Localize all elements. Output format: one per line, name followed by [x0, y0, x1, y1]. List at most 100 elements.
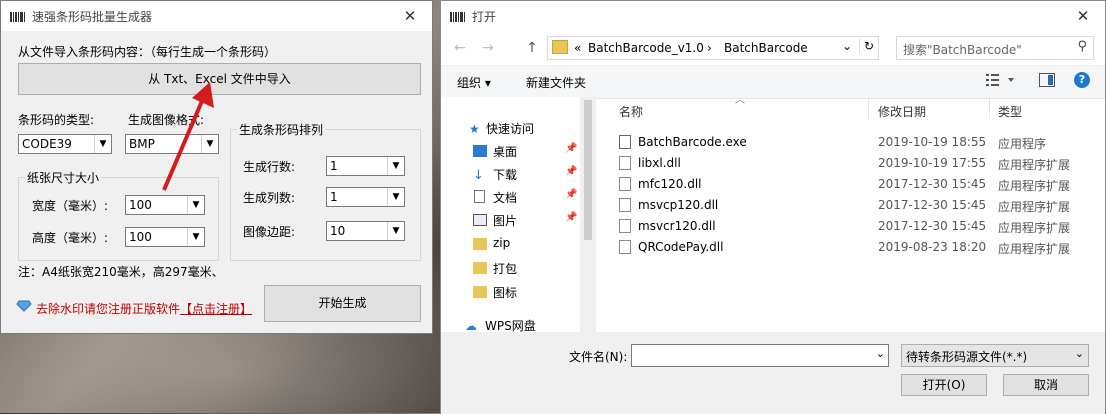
file-type: 应用程序 — [998, 137, 1047, 151]
toolbar: 组织 ▾ 新建文件夹 ? — [441, 65, 1105, 99]
chevron-down-icon[interactable]: ▼ — [94, 135, 111, 153]
file-date: 2017-12-30 15:45 — [878, 198, 987, 212]
column-type[interactable]: 类型 — [998, 103, 1022, 120]
up-icon[interactable]: ↑ — [523, 39, 541, 57]
file-type-filter[interactable]: 待转条形码源文件(*.*) ⌄ — [901, 344, 1089, 367]
paper-size-group-title: 纸张尺寸大小 — [25, 169, 102, 186]
chevron-down-icon[interactable]: ▼ — [187, 228, 204, 246]
breadcrumb-separator[interactable]: › — [707, 41, 712, 55]
exe-icon — [619, 135, 631, 149]
file-type: 应用程序扩展 — [998, 242, 1071, 256]
width-label: 宽度（毫米）: — [32, 199, 109, 213]
filename-input[interactable]: ⌄ — [631, 344, 889, 367]
nav-scrollbar[interactable] — [580, 97, 596, 332]
pin-icon: 📌 — [565, 189, 578, 200]
new-folder-button[interactable]: 新建文件夹 — [526, 74, 586, 91]
address-prefix: « — [574, 41, 582, 55]
cancel-button[interactable]: 取消 — [1003, 374, 1089, 396]
search-icon[interactable]: ⚲ — [1077, 39, 1087, 54]
breadcrumb-item[interactable]: BatchBarcode — [724, 41, 808, 55]
file-date: 2019-10-19 18:55 — [878, 135, 987, 149]
a4-note: 注：A4纸张宽210毫米，高297毫米、 — [18, 265, 224, 279]
register-link[interactable]: 【点击注册】 — [180, 302, 252, 316]
preview-pane-icon[interactable] — [1039, 73, 1055, 87]
dialog-title-bar[interactable]: 打开 ✕ — [441, 1, 1105, 31]
address-bar[interactable]: « BatchBarcode_v1.0 › BatchBarcode ⌄ ↻ — [547, 36, 879, 60]
file-type: 应用程序扩展 — [998, 200, 1071, 214]
back-icon[interactable]: ← — [451, 39, 469, 57]
width-value: 100 — [129, 198, 152, 212]
file-type: 应用程序扩展 — [998, 158, 1071, 172]
file-row[interactable]: msvcp120.dll 2017-12-30 15:45 应用程序扩展 — [611, 194, 1105, 215]
file-row[interactable]: QRCodePay.dll 2019-08-23 18:20 应用程序扩展 — [611, 236, 1105, 257]
file-name: BatchBarcode.exe — [638, 135, 747, 149]
folder-icon — [473, 238, 487, 250]
file-list-header: 名称 ︿ 修改日期 类型 — [611, 95, 1105, 121]
nav-documents[interactable]: 文档 — [493, 189, 517, 206]
file-type: 应用程序扩展 — [998, 221, 1071, 235]
layout-group-title: 生成条形码排列 — [237, 121, 326, 138]
scrollbar-thumb[interactable] — [584, 100, 592, 240]
diamond-icon — [16, 300, 32, 315]
start-generate-button[interactable]: 开始生成 — [264, 285, 421, 322]
chevron-down-icon[interactable]: ⌄ — [876, 347, 885, 360]
view-options-icon[interactable] — [986, 73, 1016, 90]
file-name: msvcp120.dll — [638, 198, 719, 212]
forward-icon[interactable]: → — [479, 39, 497, 57]
search-input[interactable]: 搜索"BatchBarcode" ⚲ — [896, 36, 1094, 60]
dll-icon — [619, 219, 631, 233]
barcode-type-label: 条形码的类型: — [18, 113, 95, 127]
chevron-down-icon[interactable]: ▼ — [387, 157, 404, 175]
nav-desktop[interactable]: 桌面 — [493, 143, 517, 160]
cloud-icon: ☁ — [465, 319, 477, 333]
chevron-down-icon[interactable]: ⌄ — [1075, 347, 1084, 360]
nav-downloads[interactable]: 下载 — [493, 166, 517, 183]
chevron-down-icon[interactable]: ▼ — [387, 188, 404, 206]
file-name: QRCodePay.dll — [638, 240, 724, 254]
watermark-notice: 去除水印请您注册正版软件【点击注册】 — [36, 300, 252, 317]
file-row[interactable]: BatchBarcode.exe 2019-10-19 18:55 应用程序 — [611, 131, 1105, 152]
folder-icon — [473, 262, 487, 274]
annotation-arrow — [162, 82, 214, 191]
barcode-type-select[interactable]: CODE39 ▼ — [18, 134, 112, 154]
nav-folder-pack[interactable]: 打包 — [493, 260, 517, 277]
file-row[interactable]: libxl.dll 2019-10-19 17:55 应用程序扩展 — [611, 152, 1105, 173]
desktop-icon — [473, 145, 487, 157]
file-date: 2019-10-19 17:55 — [878, 156, 987, 170]
search-placeholder: 搜索"BatchBarcode" — [903, 43, 1022, 57]
close-icon[interactable]: ✕ — [1061, 1, 1105, 31]
column-modified[interactable]: 修改日期 — [878, 103, 926, 120]
organize-menu[interactable]: 组织 ▾ — [457, 74, 491, 91]
sort-up-icon: ︿ — [735, 95, 745, 106]
file-date: 2017-12-30 15:45 — [878, 219, 987, 233]
barcode-type-value: CODE39 — [22, 137, 72, 151]
chevron-down-icon[interactable]: ⌄ — [842, 39, 852, 53]
nav-quick-access[interactable]: 快速访问 — [486, 120, 534, 137]
download-icon: ↓ — [473, 168, 484, 183]
refresh-icon[interactable]: ↻ — [859, 39, 874, 53]
column-name[interactable]: 名称 — [619, 103, 643, 120]
title-bar[interactable]: 速强条形码批量生成器 ✕ — [1, 1, 432, 31]
nav-folder-zip[interactable]: zip — [493, 236, 510, 250]
app-icon — [10, 11, 26, 22]
folder-icon — [552, 40, 568, 54]
height-input[interactable]: 100 ▼ — [125, 227, 205, 247]
help-icon[interactable]: ? — [1074, 72, 1090, 88]
nav-pictures[interactable]: 图片 — [493, 212, 517, 229]
file-row[interactable]: mfc120.dll 2017-12-30 15:45 应用程序扩展 — [611, 173, 1105, 194]
app-icon — [450, 11, 466, 22]
cols-select[interactable]: 1 ▼ — [326, 187, 405, 207]
file-name: msvcr120.dll — [638, 219, 716, 233]
dll-icon — [619, 177, 631, 191]
nav-folder-icons[interactable]: 图标 — [493, 284, 517, 301]
cols-value: 1 — [330, 190, 338, 204]
dialog-title: 打开 — [472, 10, 497, 24]
close-icon[interactable]: ✕ — [388, 1, 432, 31]
rows-select[interactable]: 1 ▼ — [326, 156, 405, 176]
breadcrumb-item[interactable]: BatchBarcode_v1.0 — [588, 41, 704, 55]
star-icon: ★ — [469, 122, 480, 136]
margin-select[interactable]: 10 ▼ — [326, 221, 405, 241]
chevron-down-icon[interactable]: ▼ — [387, 222, 404, 240]
open-button[interactable]: 打开(O) — [901, 374, 987, 396]
file-row[interactable]: msvcr120.dll 2017-12-30 15:45 应用程序扩展 — [611, 215, 1105, 236]
